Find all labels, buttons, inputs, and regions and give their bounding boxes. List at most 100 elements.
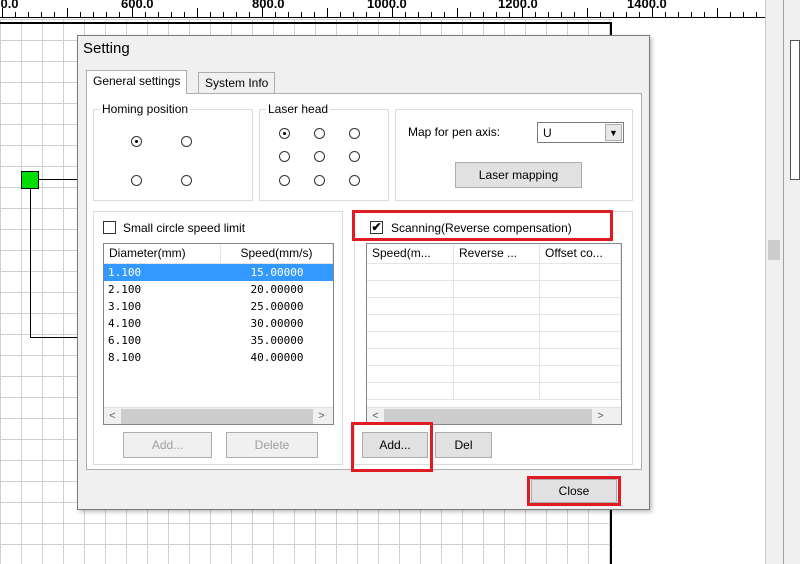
- table-row[interactable]: [367, 366, 621, 383]
- chevron-left-icon[interactable]: <: [367, 410, 384, 422]
- table-row[interactable]: 4.100 30.00000: [104, 315, 333, 332]
- scanning-add-button[interactable]: Add...: [362, 432, 428, 458]
- chevron-right-icon[interactable]: >: [592, 410, 609, 422]
- small-circle-checkbox[interactable]: [103, 221, 116, 234]
- laser-head-radio[interactable]: [279, 151, 290, 162]
- table-row[interactable]: 1.100 15.00000: [104, 264, 333, 281]
- laser-head-radio[interactable]: [314, 128, 325, 139]
- laser-head-radio[interactable]: [279, 128, 290, 139]
- scanning-checkbox[interactable]: ✔: [370, 221, 383, 234]
- column-header-speed[interactable]: Speed(mm/s): [221, 244, 333, 263]
- pen-axis-select[interactable]: U ▼: [537, 122, 624, 143]
- laser-head-radio[interactable]: [279, 175, 290, 186]
- table-row[interactable]: 6.100 35.00000: [104, 332, 333, 349]
- ruler-tick: [496, 12, 497, 17]
- tab-system-info[interactable]: System Info: [198, 72, 276, 94]
- laser-head-radio[interactable]: [349, 128, 360, 139]
- pen-axis-label: Map for pen axis:: [408, 125, 501, 139]
- table-cell: [454, 298, 540, 315]
- chevron-left-icon[interactable]: <: [104, 410, 121, 422]
- ruler-tick: [15, 12, 16, 17]
- ruler-tick: [626, 12, 627, 17]
- table-cell: [367, 264, 454, 281]
- ruler-tick: [704, 12, 705, 17]
- homing-radio-top-right[interactable]: [181, 136, 192, 147]
- table-row[interactable]: [367, 315, 621, 332]
- table-cell: [540, 349, 621, 366]
- laser-head-radio[interactable]: [349, 151, 360, 162]
- ruler-tick: [483, 12, 484, 17]
- ruler-tick: [574, 12, 575, 17]
- table-cell: [367, 281, 454, 298]
- table-cell: [454, 264, 540, 281]
- scanning-list[interactable]: Speed(m... Reverse ... Offset co... < >: [366, 243, 622, 425]
- ruler-tick: [392, 8, 393, 17]
- table-row[interactable]: [367, 383, 621, 400]
- ruler-tick: [54, 12, 55, 17]
- ruler-tick: [535, 12, 536, 17]
- column-header-speed[interactable]: Speed(m...: [367, 244, 454, 263]
- ruler-tick: [431, 12, 432, 17]
- work-area-border-top: [0, 22, 612, 24]
- ruler-tick: [678, 12, 679, 17]
- laser-head-radio[interactable]: [314, 175, 325, 186]
- homing-radio-bottom-left[interactable]: [131, 175, 142, 186]
- vertical-scrollbar[interactable]: [765, 0, 783, 564]
- table-cell: [454, 281, 540, 298]
- laser-head-radio[interactable]: [349, 175, 360, 186]
- ruler-tick: [119, 12, 120, 17]
- ruler-label: 1200.0: [498, 0, 538, 11]
- path-segment: [39, 179, 79, 180]
- homing-radio-top-left[interactable]: [131, 136, 142, 147]
- table-cell: [454, 332, 540, 349]
- close-button[interactable]: Close: [531, 479, 617, 503]
- ruler-tick: [730, 12, 731, 17]
- column-header-diameter[interactable]: Diameter(mm): [104, 244, 221, 263]
- ruler-tick: [652, 8, 653, 17]
- ruler-tick: [691, 12, 692, 17]
- diameter-cell: 1.100: [104, 264, 221, 281]
- pen-axis-value: U: [543, 126, 552, 140]
- column-header-reverse[interactable]: Reverse ...: [454, 244, 540, 263]
- scanning-del-button[interactable]: Del: [435, 432, 492, 458]
- ruler-tick: [509, 12, 510, 17]
- chevron-right-icon[interactable]: >: [313, 410, 330, 422]
- laser-head-radio[interactable]: [314, 151, 325, 162]
- small-circle-add-button[interactable]: Add...: [123, 432, 212, 458]
- ruler-tick: [444, 12, 445, 17]
- path-start-node[interactable]: [21, 171, 39, 189]
- ruler-tick: [522, 8, 523, 17]
- table-row[interactable]: 3.100 25.00000: [104, 298, 333, 315]
- laser-mapping-button[interactable]: Laser mapping: [455, 162, 582, 188]
- horizontal-ruler: 400.0 600.0 800.0 1000.0 1200.0 1400.0: [0, 0, 765, 18]
- ruler-tick: [41, 12, 42, 17]
- ruler-tick: [756, 12, 757, 17]
- small-circle-delete-button[interactable]: Delete: [226, 432, 318, 458]
- diameter-cell: 8.100: [108, 351, 142, 364]
- table-row[interactable]: [367, 298, 621, 315]
- table-row[interactable]: 8.100 40.00000: [104, 349, 333, 366]
- ruler-tick: [405, 12, 406, 17]
- table-row[interactable]: [367, 332, 621, 349]
- scrollbar-thumb[interactable]: [121, 408, 313, 424]
- column-header-offset[interactable]: Offset co...: [540, 244, 621, 263]
- ruler-tick: [327, 8, 328, 17]
- table-row[interactable]: 2.100 20.00000: [104, 281, 333, 298]
- tab-general-settings[interactable]: General settings: [86, 70, 188, 94]
- list-header: Diameter(mm) Speed(mm/s): [104, 244, 333, 264]
- scrollbar-thumb[interactable]: [768, 240, 780, 260]
- homing-radio-bottom-right[interactable]: [181, 175, 192, 186]
- table-cell: [540, 332, 621, 349]
- table-row[interactable]: [367, 264, 621, 281]
- horizontal-scrollbar[interactable]: < >: [104, 407, 333, 424]
- table-cell: [454, 315, 540, 332]
- ruler-label: 1000.0: [367, 0, 407, 11]
- path-segment: [30, 189, 31, 338]
- ruler-tick: [2, 8, 3, 17]
- table-row[interactable]: [367, 281, 621, 298]
- small-circle-list[interactable]: Diameter(mm) Speed(mm/s) 1.100 15.00000 2.…: [103, 243, 334, 425]
- table-row[interactable]: [367, 349, 621, 366]
- chevron-down-icon[interactable]: ▼: [605, 124, 622, 141]
- dialog-title: Setting: [83, 40, 130, 57]
- table-cell: [540, 315, 621, 332]
